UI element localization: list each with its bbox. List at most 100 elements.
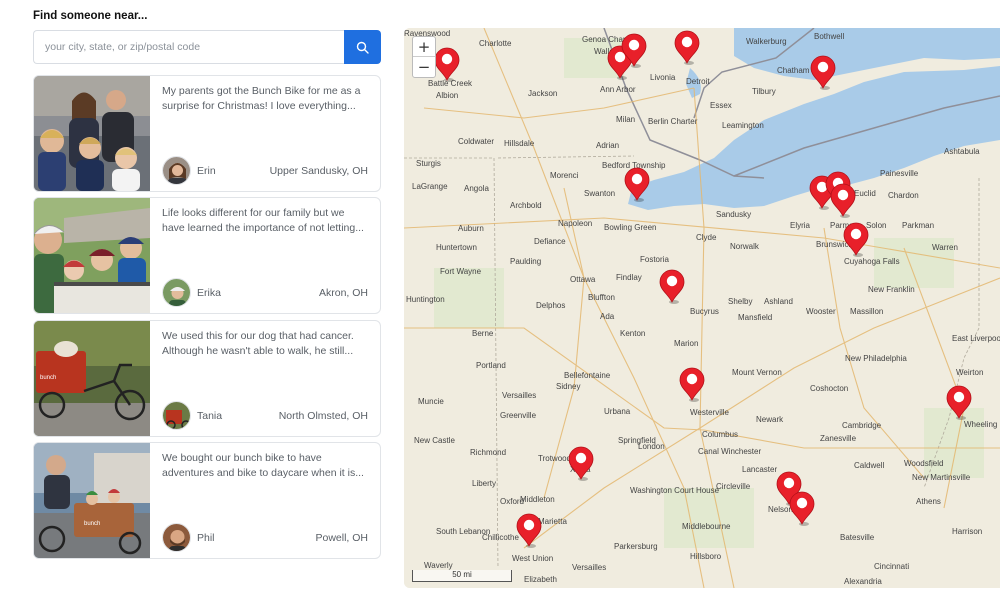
city-label: Warren <box>932 243 958 252</box>
city-label: Ashland <box>764 297 793 306</box>
location-search <box>33 30 381 64</box>
finder-heading: Find someone near... <box>33 10 148 22</box>
location-search-input[interactable] <box>33 30 344 64</box>
city-label: Auburn <box>458 224 484 233</box>
zoom-out-button[interactable]: − <box>413 57 435 77</box>
testimonial-card[interactable]: bunch We used this for our dog that had … <box>33 320 381 437</box>
city-label: Coldwater <box>458 137 494 146</box>
city-label: Columbus <box>702 430 738 439</box>
city-label: Swanton <box>584 189 615 198</box>
city-label: Athens <box>916 497 941 506</box>
city-label: Bluffton <box>588 293 615 302</box>
city-label: Oxford <box>500 497 524 506</box>
locations-map[interactable]: CharlotteGenoa CharterWalled LakeWalkerb… <box>404 28 1000 588</box>
city-label: Ada <box>600 312 615 321</box>
city-label: Cincinnati <box>874 562 909 571</box>
testimonial-card[interactable]: My parents got the Bunch Bike for me as … <box>33 75 381 192</box>
city-label: Wheeling <box>964 420 997 429</box>
city-label: Archbold <box>510 201 542 210</box>
city-label: Chardon <box>888 191 919 200</box>
city-label: Richmond <box>470 448 506 457</box>
testimonial-location: Powell, OH <box>315 532 368 544</box>
city-label: Cuyahoga Falls <box>844 257 900 266</box>
city-label: Solon <box>866 221 886 230</box>
testimonial-photo <box>34 76 150 191</box>
city-label: Clyde <box>696 233 717 242</box>
city-label: Versailles <box>572 563 606 572</box>
city-label: Delphos <box>536 301 565 310</box>
city-label: West Union <box>512 554 553 563</box>
city-label: Sandusky <box>716 210 751 219</box>
city-label: Circleville <box>716 482 751 491</box>
city-label: Coshocton <box>810 384 848 393</box>
city-label: LaGrange <box>412 182 448 191</box>
testimonial-quote: Life looks different for our family but … <box>162 207 364 234</box>
testimonial-quote: We used this for our dog that had cancer… <box>162 330 354 357</box>
scale-label: 50 mi <box>452 570 472 579</box>
city-label: Bellefontaine <box>564 371 611 380</box>
city-label: Kenton <box>620 329 645 338</box>
city-label: Muncie <box>418 397 444 406</box>
city-label: Versailles <box>502 391 536 400</box>
city-label: Elizabeth <box>524 575 557 584</box>
city-label: Westerville <box>690 408 730 417</box>
testimonial-name: Erika <box>197 287 221 299</box>
city-label: Zanesville <box>820 434 857 443</box>
city-label: London <box>638 442 665 451</box>
testimonial-quote: My parents got the Bunch Bike for me as … <box>162 85 361 112</box>
city-label: Euclid <box>854 189 876 198</box>
testimonial-photo: bunch <box>34 321 150 436</box>
city-label: Tilbury <box>752 87 776 96</box>
testimonial-name: Erin <box>197 165 216 177</box>
testimonial-location: North Olmsted, OH <box>278 410 368 422</box>
city-label: New Martinsville <box>912 473 971 482</box>
city-label: Charlotte <box>479 39 512 48</box>
svg-text:bunch: bunch <box>84 521 100 527</box>
city-label: Middlebourne <box>682 522 731 531</box>
city-label: Huntington <box>406 295 445 304</box>
zoom-in-button[interactable]: + <box>413 37 435 57</box>
scale-bar: 50 mi <box>412 570 512 582</box>
testimonial-photo: bunch <box>34 443 150 558</box>
city-label: Paulding <box>510 257 541 266</box>
city-label: Liberty <box>472 479 496 488</box>
city-label: Norwalk <box>730 242 760 251</box>
city-label: New Philadelphia <box>845 354 907 363</box>
city-label: New Franklin <box>868 285 915 294</box>
city-label: Bothwell <box>814 32 844 41</box>
city-label: Massillon <box>850 307 883 316</box>
city-label: Parkersburg <box>614 542 658 551</box>
testimonial-name: Phil <box>197 532 215 544</box>
city-label: Ottawa <box>570 275 596 284</box>
city-label: Livonia <box>650 73 676 82</box>
avatar <box>162 156 191 185</box>
city-label: Caldwell <box>854 461 884 470</box>
city-label: Milan <box>616 115 635 124</box>
city-label: Berne <box>472 329 494 338</box>
search-button[interactable] <box>344 30 381 64</box>
testimonial-name: Tania <box>197 410 223 422</box>
map-canvas[interactable]: CharlotteGenoa CharterWalled LakeWalkerb… <box>404 28 1000 588</box>
city-label: Walkerburg <box>746 37 787 46</box>
city-label: Sidney <box>556 382 580 391</box>
testimonial-card[interactable]: bunch We bought our bunch bike to have a… <box>33 442 381 559</box>
city-label: Batesville <box>840 533 875 542</box>
city-label: Shelby <box>728 297 752 306</box>
avatar <box>162 523 191 552</box>
city-label: Huntertown <box>436 243 477 252</box>
testimonial-card[interactable]: Life looks different for our family but … <box>33 197 381 314</box>
city-label: Greenville <box>500 411 537 420</box>
testimonial-location: Akron, OH <box>318 287 368 299</box>
city-label: Newark <box>756 415 784 424</box>
city-label: Woodsfield <box>904 459 943 468</box>
city-label: Ann Arbor <box>600 85 636 94</box>
testimonial-location: Upper Sandusky, OH <box>269 165 368 177</box>
city-label: Harrison <box>952 527 982 536</box>
city-label: Bowling Green <box>604 223 656 232</box>
city-label: Portland <box>476 361 506 370</box>
city-label: Leamington <box>722 121 764 130</box>
city-label: Chillicothe <box>482 533 519 542</box>
avatar <box>162 278 191 307</box>
city-label: Fostoria <box>640 255 669 264</box>
city-label: Albion <box>436 91 458 100</box>
